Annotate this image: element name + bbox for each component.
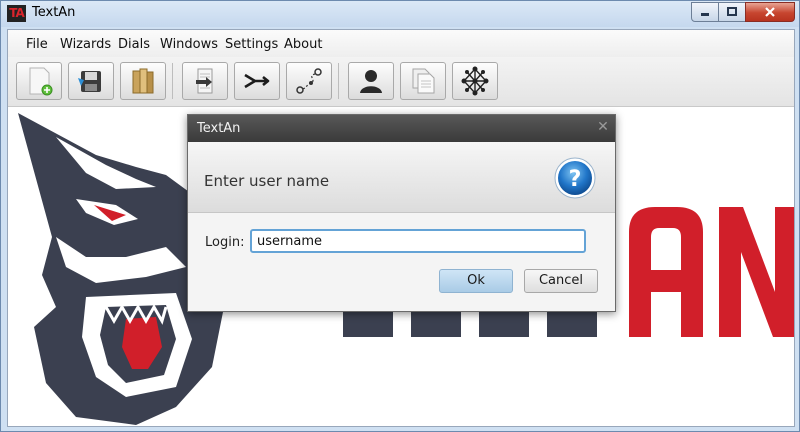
new-document-icon [29,67,53,96]
login-label: Login: [205,235,245,250]
menu-settings[interactable]: Settings [225,37,278,52]
window-title: TextAn [32,5,76,20]
app-logo-icon: TA [7,5,26,22]
minimize-icon [701,13,709,16]
user-icon [360,70,382,93]
login-input[interactable] [250,229,586,253]
copy-button[interactable] [400,62,446,100]
dialog-title: TextAn [197,121,241,136]
network-button[interactable] [452,62,498,100]
import-button[interactable] [182,62,228,100]
maximize-icon [727,7,737,16]
close-button[interactable] [745,2,795,22]
menu-windows[interactable]: Windows [160,37,218,52]
close-icon [765,7,775,17]
question-icon: ? [554,157,596,199]
maximize-button[interactable] [718,2,746,22]
toolbar-separator [172,63,173,99]
merge-arrow-icon [244,73,270,89]
menu-bar: File Wizards Dials Windows Settings Abou… [8,30,794,57]
login-dialog: TextAn ✕ Enter user name ? Login: Ok Can… [187,114,616,312]
open-library-button[interactable] [120,62,166,100]
merge-button[interactable] [234,62,280,100]
svg-text:?: ? [569,167,582,192]
menu-dials[interactable]: Dials [118,37,150,52]
dialog-header: Enter user name ? [188,142,615,213]
save-button[interactable] [68,62,114,100]
title-bar[interactable]: TA TextAn [1,1,799,27]
menu-wizards[interactable]: Wizards [60,37,111,52]
menu-file[interactable]: File [26,37,48,52]
dialog-header-text: Enter user name [204,172,330,190]
cancel-button[interactable]: Cancel [524,269,598,293]
dialog-body: Login: Ok Cancel [188,213,615,311]
workflow-icon [296,68,322,94]
dialog-close-icon[interactable]: ✕ [596,120,610,134]
ok-button[interactable]: Ok [439,269,513,293]
user-button[interactable] [348,62,394,100]
dialog-title-bar[interactable]: TextAn ✕ [188,115,615,142]
toolbar-separator [338,63,339,99]
workflow-button[interactable] [286,62,332,100]
import-icon [196,68,213,94]
new-document-button[interactable] [16,62,62,100]
save-disk-icon [78,71,101,92]
copy-documents-icon [412,68,435,94]
menu-about[interactable]: About [284,37,322,52]
open-books-icon [132,68,154,94]
network-graph-icon [461,66,489,96]
toolbar [8,57,794,107]
minimize-button[interactable] [691,2,719,22]
